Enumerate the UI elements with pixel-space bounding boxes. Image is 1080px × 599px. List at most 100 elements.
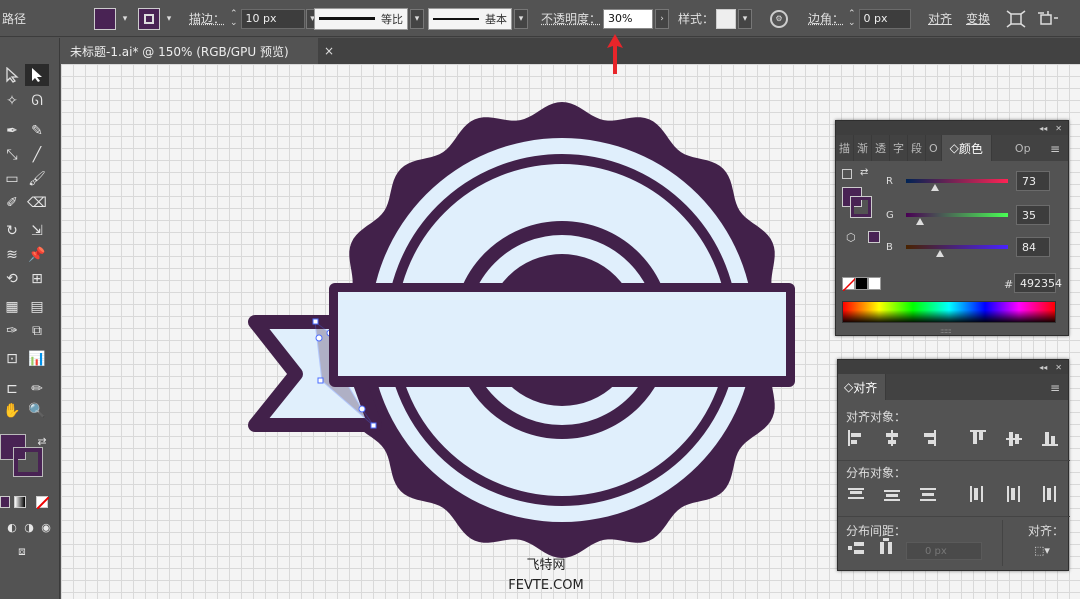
free-transform-tool-icon[interactable]: ⟲ [0,268,24,290]
chevron-down-icon[interactable]: ▾ [118,9,132,29]
align-panel-collapse-bar[interactable]: ◂◂ ✕ [838,360,1068,374]
chevron-right-icon[interactable]: › [655,8,669,29]
opacity-input[interactable]: 30% [603,8,653,29]
spacing-input[interactable]: 0 px [906,542,982,560]
blend-tool-icon[interactable]: ⧉ [25,320,49,342]
none-mode-icon[interactable] [36,496,50,510]
document-tab[interactable]: 未标题-1.ai* @ 150% (RGB/GPU 预览) × [60,38,334,64]
default-colors-icon[interactable] [842,169,852,179]
stepper-icon[interactable]: ⌃ ⌄ [230,9,238,28]
document-tab-title[interactable]: 未标题-1.ai* @ 150% (RGB/GPU 预览) [70,43,289,60]
g-value-input[interactable]: 35 [1016,205,1050,225]
collapse-icon[interactable]: ◂◂ [1039,363,1047,372]
stroke-width-input[interactable]: 10 px [240,8,305,29]
white-swatch[interactable] [868,277,881,290]
fill-swatch-control[interactable]: ▾ [94,0,132,37]
align-link[interactable]: 对齐 [928,0,952,37]
r-value-input[interactable]: 73 [1016,171,1050,191]
stroke-label-text[interactable]: 描边： [189,10,225,27]
style-control[interactable]: ▾ [716,0,752,37]
isolate-button[interactable] [1006,0,1026,37]
fill-swatch[interactable] [94,7,116,30]
draw-inside-icon[interactable]: ◉ [34,516,58,538]
perspective-grid-tool-icon[interactable]: ▦ [0,296,24,318]
zoom-tool-icon[interactable]: 🔍 [25,400,49,422]
panel-menu-icon[interactable]: ≡ [1050,142,1060,156]
stepper-icon[interactable]: ⌃ ⌄ [848,9,856,28]
panel-close-icon[interactable]: ✕ [1055,363,1062,372]
puppet-warp-icon[interactable] [1038,10,1060,28]
r-slider-thumb[interactable] [931,184,940,191]
column-graph-tool-icon[interactable]: 📊 [25,348,49,370]
b-slider-thumb[interactable] [935,250,944,257]
style-swatch[interactable] [716,8,736,29]
chevron-down-icon[interactable]: ▾ [162,9,176,29]
tab-character[interactable]: 字 [890,135,908,161]
pen-tool-icon[interactable]: ✒ [0,120,24,142]
tab-color[interactable]: ◇ 颜色 [941,135,992,161]
line-tool-icon[interactable]: ╱ [25,144,49,166]
b-slider-track[interactable] [906,245,1008,257]
color-mode-icon[interactable] [0,496,10,508]
magic-wand-tool-icon[interactable]: ✧ [0,90,24,112]
hand-tool-icon[interactable]: ✋ [0,400,24,422]
direct-selection-tool-icon[interactable] [25,64,49,86]
shape-builder-tool-icon[interactable]: ⊞ [25,268,49,290]
tab-align-label[interactable]: 对齐 [853,379,877,396]
tab-transparency[interactable]: 透 [872,135,890,161]
web-safe-swatch[interactable] [868,231,880,243]
stroke-swatch-control[interactable]: ▾ [138,0,176,37]
align-to-selection-icon[interactable]: ⬚▾ [1034,544,1050,557]
slice-tool-icon[interactable]: ✏ [25,378,49,400]
scale-tool-icon[interactable]: ⇲ [25,220,49,242]
panel-close-icon[interactable]: ✕ [1055,124,1062,133]
opacity-label-text[interactable]: 不透明度： [541,10,601,27]
resize-grip-icon[interactable]: :::::::: [940,327,952,335]
collapse-icon[interactable]: ◂◂ [1039,124,1047,133]
stroke-color-box[interactable] [13,447,43,477]
stroke-profile-select[interactable]: 等比 [314,7,408,30]
rectangle-tool-icon[interactable]: ▭ [0,168,24,190]
swap-fill-stroke-icon[interactable]: ⇄ [30,430,54,452]
puppet-warp-tool-icon[interactable]: 📌 [25,244,49,266]
opacity-label[interactable]: 不透明度： [541,0,601,37]
more-options-button[interactable] [1038,0,1060,37]
black-swatch[interactable] [855,277,868,290]
brush-control[interactable]: 基本 ▾ [428,0,528,37]
tab-gradient[interactable]: 渐 [854,135,872,161]
gradient-tool-icon[interactable]: ▤ [25,296,49,318]
curvature-tool-icon[interactable]: ✎ [25,120,49,142]
tab-stroke[interactable]: 描 [836,135,854,161]
g-slider-row[interactable]: G 35 [886,205,1050,225]
r-slider-row[interactable]: R 73 [886,171,1050,191]
stroke-profile-control[interactable]: 等比 ▾ [314,0,424,37]
corner-label-text[interactable]: 边角： [808,10,844,27]
type-tool-icon[interactable]: ⤡ [0,144,24,166]
panel-collapse-bar[interactable]: ◂◂ ✕ [836,121,1068,135]
panel-stroke-box[interactable] [850,196,872,218]
selection-tool-icon[interactable] [0,64,24,86]
symbol-sprayer-tool-icon[interactable]: ⊡ [0,348,24,370]
close-icon[interactable]: × [324,44,334,58]
hex-input[interactable]: 492354 [1014,273,1062,293]
tab-more[interactable]: O [926,135,942,161]
stroke-width-control[interactable]: ⌃ ⌄ 10 px ▾ [230,0,320,37]
b-value-input[interactable]: 84 [1016,237,1050,257]
eraser-tool-icon[interactable]: ⌫ [25,192,49,214]
rotate-tool-icon[interactable]: ↻ [0,220,24,242]
shaper-tool-icon[interactable]: ✐ [0,192,24,214]
corner-label[interactable]: 边角： [808,0,844,37]
opacity-control[interactable]: 30% › [603,0,669,37]
recolor-artwork-icon[interactable]: ⚙ [770,9,788,28]
g-slider-thumb[interactable] [916,218,924,225]
lasso-tool-icon[interactable]: ᘏ [25,90,49,112]
corner-input[interactable]: 0 px [858,8,911,29]
out-of-gamut-cube-icon[interactable]: ⬡ [846,231,856,244]
corner-control[interactable]: ⌃ ⌄ 0 px [848,0,911,37]
screen-mode-icon[interactable]: ⧈ [10,540,34,562]
r-slider-track[interactable] [906,179,1008,191]
paintbrush-tool-icon[interactable]: 🖌 [25,168,49,190]
chevron-down-icon[interactable]: ▾ [514,8,528,29]
gradient-mode-icon[interactable] [14,496,26,508]
transform-link[interactable]: 变换 [966,0,990,37]
